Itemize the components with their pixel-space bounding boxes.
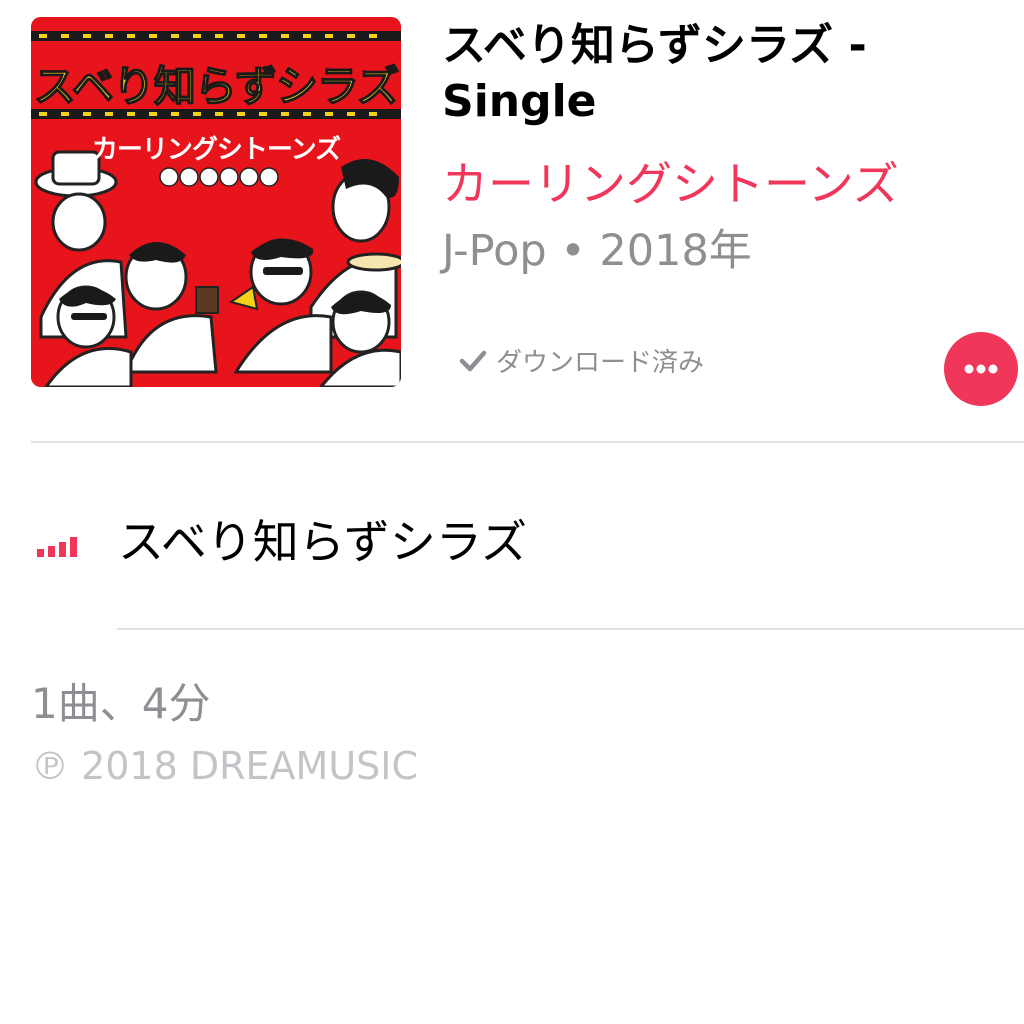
copyright: ℗ 2018 DREAMUSIC: [31, 744, 418, 788]
download-status: ダウンロード済み: [456, 342, 704, 379]
track-count-duration: 1曲、4分: [31, 679, 211, 728]
download-status-label: ダウンロード済み: [496, 348, 705, 378]
artwork-subtitle: カーリングシトーンズ: [91, 135, 341, 165]
album-title: スベり知らずシラズ - Single: [442, 20, 867, 127]
more-button[interactable]: [944, 332, 1018, 406]
check-icon: [459, 350, 487, 371]
artwork-title: スベり知らずシラズ: [33, 61, 400, 112]
more-ellipsis-icon: [964, 364, 998, 374]
album-artwork[interactable]: スベり知らずシラズ カーリングシトーンズ: [31, 17, 401, 387]
track-title[interactable]: スベり知らずシラズ: [118, 506, 527, 572]
genre-year: J-Pop • 2018年: [442, 226, 752, 276]
track-divider: [117, 628, 1024, 630]
header-divider: [31, 441, 1024, 443]
artist-link[interactable]: カーリングシトーンズ: [442, 148, 899, 214]
equalizer-icon: [37, 537, 77, 557]
